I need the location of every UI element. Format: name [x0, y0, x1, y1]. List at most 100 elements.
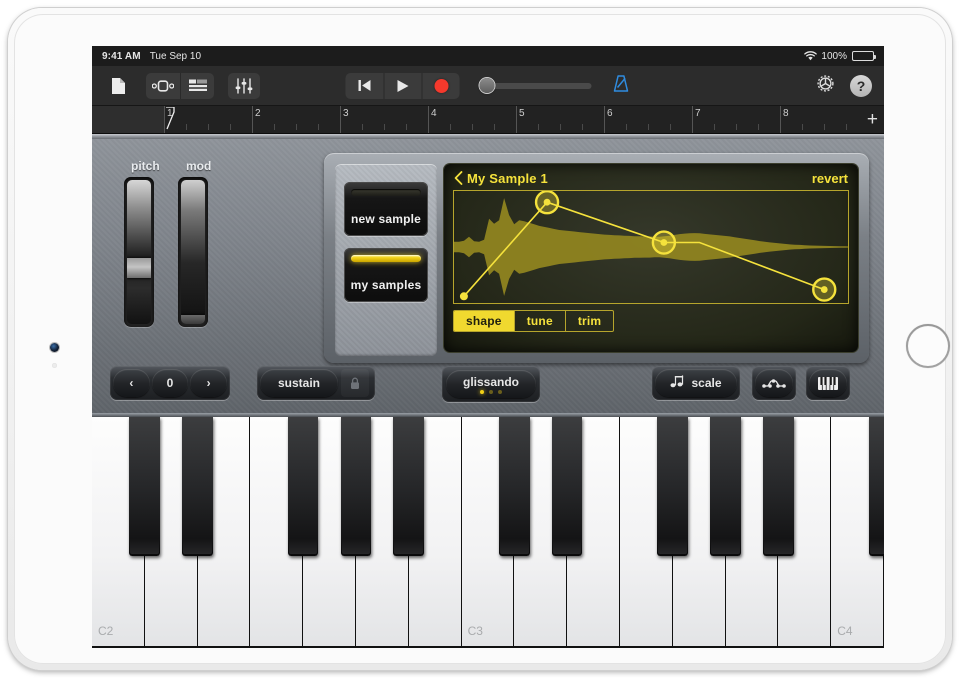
ruler-sub-tick — [318, 124, 319, 130]
status-bar: 9:41 AM Tue Sep 10 100% — [92, 46, 884, 66]
ruler-sub-tick — [494, 124, 495, 130]
ruler-sub-tick — [670, 124, 671, 130]
tab-tune[interactable]: tune — [513, 311, 565, 331]
revert-button[interactable]: revert — [812, 171, 848, 186]
keyboard-icon — [818, 376, 838, 390]
sustain-button[interactable]: sustain — [260, 369, 338, 397]
black-key[interactable] — [287, 417, 319, 556]
sample-name: My Sample 1 — [467, 171, 548, 186]
mixer-sliders-icon[interactable] — [228, 72, 260, 99]
ruler-bar-number: 4 — [431, 108, 437, 119]
view-toggle-group — [146, 72, 214, 99]
device-screen: 9:41 AM Tue Sep 10 100% ? 1 2 3 4 5 6 7 … — [92, 46, 884, 648]
tab-trim[interactable]: trim — [564, 311, 613, 331]
ruler-sub-tick — [450, 124, 451, 130]
status-date: Tue Sep 10 — [149, 50, 202, 62]
scale-group: scale — [652, 366, 740, 400]
octave-label: C2 — [98, 624, 114, 638]
audio-waveform — [454, 198, 848, 296]
front-camera — [50, 343, 59, 352]
octave-up-button[interactable]: › — [190, 369, 228, 397]
tracks-view-icon[interactable] — [180, 72, 214, 99]
back-chevron-icon[interactable] — [454, 170, 463, 187]
add-section-button[interactable]: + — [867, 110, 878, 129]
envelope-handle-center — [660, 239, 668, 246]
lcd-tab-group: shape tune trim — [453, 310, 615, 332]
tab-shape[interactable]: shape — [454, 311, 514, 331]
music-notes-icon — [670, 375, 686, 391]
ruler-left-pad — [92, 106, 164, 133]
envelope-handle-center — [543, 198, 551, 206]
glissando-button[interactable]: glissando — [446, 370, 536, 398]
black-key[interactable] — [868, 417, 884, 556]
envelope-chart — [454, 191, 848, 302]
black-key[interactable] — [763, 417, 794, 556]
mod-wheel[interactable] — [178, 177, 208, 327]
black-key[interactable] — [393, 417, 425, 556]
ruler-sub-tick — [538, 124, 539, 130]
new-sample-led — [351, 189, 421, 196]
octave-label: C4 — [837, 624, 853, 638]
black-key[interactable] — [710, 417, 741, 556]
pitch-wheel[interactable] — [124, 177, 154, 327]
ruler-sub-tick — [626, 124, 627, 130]
ruler-sub-tick — [406, 124, 407, 130]
black-key[interactable] — [340, 417, 372, 556]
help-button[interactable]: ? — [850, 74, 872, 97]
waveform-envelope-editor[interactable] — [453, 190, 849, 304]
ruler-sub-tick — [208, 124, 209, 130]
piano-keyboard[interactable]: C2 C3 C4 — [92, 413, 884, 648]
octave-down-button[interactable]: ‹ — [113, 369, 150, 397]
sample-lcd-display: My Sample 1 revert shape tune trim — [444, 164, 858, 352]
keyboard-layout-button[interactable] — [809, 369, 847, 397]
instrument-view-icon[interactable] — [146, 73, 180, 99]
ruler-sub-tick — [230, 124, 231, 130]
my-samples-led — [351, 255, 421, 262]
envelope-start-point[interactable] — [459, 292, 468, 301]
ruler-sub-tick — [296, 124, 297, 130]
keyboard-control-strip: ‹ 0 › sustain glissando scale — [92, 363, 884, 405]
glissando-label: glissando — [462, 374, 519, 389]
timeline-ruler[interactable]: 12345678 + — [92, 106, 884, 134]
ruler-sub-tick — [824, 124, 825, 130]
ruler-sub-tick — [714, 124, 715, 130]
ruler-sub-tick — [846, 124, 847, 130]
new-sample-label: new sample — [350, 212, 422, 226]
app-toolbar: ? — [92, 66, 884, 106]
ruler-bar-number: 3 — [343, 108, 349, 119]
my-samples-button[interactable]: my samples — [344, 248, 428, 302]
ruler-bar-number: 8 — [783, 108, 789, 119]
arpeggiator-button[interactable] — [755, 369, 793, 397]
transport-controls — [345, 72, 631, 99]
black-key[interactable] — [182, 417, 213, 556]
new-sample-button[interactable]: new sample — [344, 182, 428, 236]
home-button[interactable] — [906, 324, 950, 368]
battery-percent: 100% — [821, 50, 847, 62]
lock-icon[interactable] — [341, 369, 369, 397]
status-time: 9:41 AM — [102, 50, 141, 62]
sustain-group: sustain — [257, 366, 375, 400]
scale-label: scale — [691, 376, 722, 390]
black-key[interactable] — [499, 417, 530, 556]
scale-button[interactable]: scale — [655, 369, 737, 397]
record-icon[interactable] — [421, 72, 460, 99]
gear-icon[interactable] — [815, 73, 836, 99]
volume-slider-knob[interactable] — [479, 77, 495, 93]
black-key[interactable] — [657, 417, 689, 556]
metronome-icon[interactable] — [612, 74, 631, 98]
ruler-sub-tick — [472, 124, 473, 130]
ruler-sub-tick — [758, 124, 759, 130]
black-key[interactable] — [551, 417, 583, 556]
arpeggiator-group — [752, 366, 796, 400]
sample-button-panel: new sample my samples — [335, 164, 437, 356]
ruler-bar-number: 5 — [519, 108, 525, 119]
ruler-sub-tick — [648, 124, 649, 130]
rewind-icon[interactable] — [346, 73, 384, 99]
master-volume-slider[interactable] — [479, 77, 592, 93]
ruler-sub-tick — [560, 124, 561, 130]
play-icon[interactable] — [383, 72, 422, 99]
black-key[interactable] — [129, 417, 161, 556]
octave-label: C3 — [467, 624, 483, 638]
document-icon[interactable] — [104, 73, 132, 99]
playhead-marker[interactable] — [165, 106, 175, 131]
